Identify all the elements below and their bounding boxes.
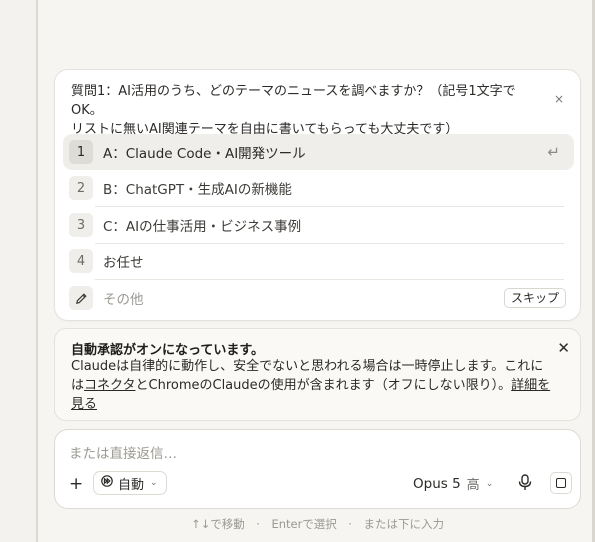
option-label: お任せ [103,255,144,271]
enter-icon: ↵ [547,143,560,161]
option-label: C：AIの仕事活用・ビジネス事例 [103,219,302,235]
option-number: 1 [69,140,93,164]
fast-forward-icon [100,475,114,491]
keyboard-hint: ↑↓で移動 · Enterで選択 · または下に入力 [191,517,444,531]
skip-button[interactable]: スキップ [503,288,566,308]
auto-approve-notice: 自動承認がオンになっています。 ✕ Claudeは自律的に動作し、安全でないと思… [54,328,581,421]
question-text-line-1: 質問1：AI活用のうち、どのテーマのニュースを調べますか？（記号1文字でOK。 [71,84,516,118]
option-label: B：ChatGPT・生成AIの新機能 [103,182,292,198]
left-sidebar-rail [0,0,38,542]
question-card: 質問1：AI活用のうち、どのテーマのニュースを調べますか？（記号1文字でOK。 … [54,69,581,321]
notice-close-icon[interactable]: ✕ [557,339,570,357]
details-link[interactable]: 詳細を [511,378,550,393]
reply-input[interactable] [69,444,549,464]
model-label: Opus 5 [413,475,461,492]
mode-selector[interactable]: 自動 ⌄ [93,471,167,495]
notice-body: Claudeは自律的に動作し、安全でないと思われる場合は一時停止します。これには… [71,357,551,414]
model-selector[interactable]: Opus 5 高 ⌄ [413,474,494,494]
chevron-down-icon: ⌄ [150,478,158,488]
question-close-icon[interactable]: × [552,92,566,106]
other-answer-row[interactable]: その他 スキップ [63,284,574,312]
option-3[interactable]: 3 C：AIの仕事活用・ビジネス事例 [63,207,574,243]
option-1[interactable]: 1 A：Claude Code・AI開発ツール ↵ [63,134,574,170]
conversation-area [40,0,592,60]
option-divider [95,279,564,280]
option-number: 3 [69,213,93,237]
details-link[interactable]: 見る [71,397,97,412]
connector-link[interactable]: コネクタ [84,378,135,393]
stop-square-icon [556,478,566,488]
option-2[interactable]: 2 B：ChatGPT・生成AIの新機能 [63,170,574,206]
effort-label: 高 [466,478,480,493]
message-composer: + 自動 ⌄ Opus 5 高 ⌄ [54,429,581,509]
other-answer-placeholder: その他 [103,292,144,308]
notice-body-text: とChromeのClaudeの使用が含まれます（オフにしない限り）。 [135,378,512,393]
microphone-icon[interactable] [518,474,532,495]
question-text: 質問1：AI活用のうち、どのテーマのニュースを調べますか？（記号1文字でOK。 … [71,82,541,139]
option-label: A：Claude Code・AI開発ツール [103,146,306,162]
stop-button[interactable] [550,472,572,494]
notice-title: 自動承認がオンになっています。 [71,343,265,358]
chevron-down-icon: ⌄ [485,478,494,489]
mode-label: 自動 [118,477,145,493]
add-attachment-plus-icon[interactable]: + [69,474,83,494]
option-number: 2 [69,176,93,200]
pencil-icon [69,286,93,310]
option-4[interactable]: 4 お任せ [63,243,574,279]
option-number: 4 [69,249,93,273]
